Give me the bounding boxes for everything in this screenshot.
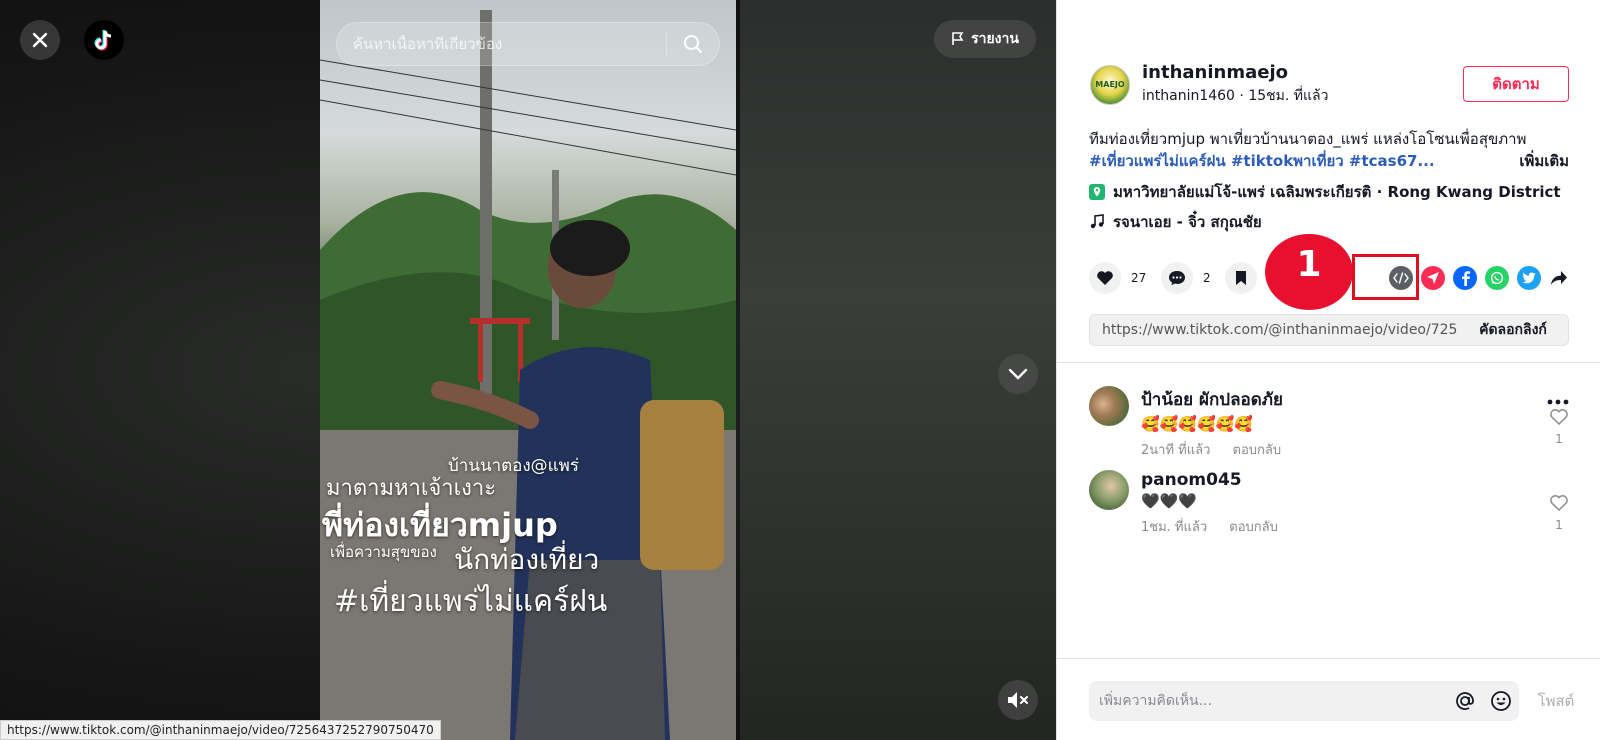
whatsapp-icon [1490, 271, 1504, 285]
video-pane: บ้านนาตอง@แพร่ มาตามหาเจ้าเงาะ พี่ท่องเท… [0, 0, 1056, 740]
comment-like-button[interactable]: 1 [1549, 494, 1569, 532]
comment-input-container [1089, 681, 1519, 721]
at-sign-icon [1456, 692, 1474, 710]
music-note-icon [1090, 214, 1104, 229]
comment-more-button[interactable] [1547, 386, 1569, 410]
search-bar [336, 22, 720, 66]
follow-button[interactable]: ติดตาม [1463, 66, 1569, 102]
see-more-button[interactable]: เพิ่มเติม [1519, 150, 1569, 172]
report-button[interactable]: รายงาน [934, 20, 1036, 58]
more-share-button[interactable] [1547, 266, 1571, 290]
description-hashtags[interactable]: #เที่ยวแพร่ไม่แคร์ฝน #tiktokพาเที่ยว #tc… [1089, 150, 1569, 172]
mention-button[interactable] [1447, 690, 1483, 712]
reply-button[interactable]: ตอบกลับ [1229, 520, 1278, 535]
commenter-name[interactable]: ป้าน้อย ผักปลอดภัย [1141, 386, 1283, 413]
annotation-highlight-box [1352, 254, 1419, 300]
comment-text: 🖤🖤🖤 [1141, 492, 1198, 510]
tiktok-logo-icon [94, 30, 112, 51]
details-panel: MAEJO inthaninmaejo inthanin1460 · 15ชม.… [1056, 0, 1600, 740]
search-icon [684, 35, 702, 53]
comment-action[interactable]: 2 [1161, 262, 1211, 294]
video-player[interactable]: บ้านนาตอง@แพร่ มาตามหาเจ้าเงาะ พี่ท่องเท… [320, 0, 736, 740]
emoji-button[interactable] [1483, 690, 1519, 712]
author-info: inthaninmaejo inthanin1460 · 15ชม. ที่แล… [1142, 62, 1328, 107]
annotation-number-badge: 1 [1265, 234, 1353, 310]
commenter-avatar[interactable] [1089, 386, 1129, 426]
mute-button[interactable] [998, 680, 1038, 720]
send-to-friends-button[interactable] [1421, 266, 1445, 290]
close-icon [32, 32, 48, 48]
status-bar-url: https://www.tiktok.com/@inthaninmaejo/vi… [0, 720, 441, 740]
bookmark-button[interactable] [1225, 262, 1257, 294]
speaker-muted-icon [1008, 692, 1028, 708]
comment-input[interactable] [1089, 681, 1447, 721]
like-button[interactable] [1089, 262, 1121, 294]
save-action[interactable] [1225, 262, 1257, 294]
comment-time: 1ชม. ที่แล้ว [1141, 520, 1208, 535]
copy-link-bar: https://www.tiktok.com/@inthaninmaejo/vi… [1089, 314, 1569, 346]
close-button[interactable] [20, 20, 60, 60]
twitter-share-button[interactable] [1517, 266, 1541, 290]
add-comment-bar: โพสต์ [1057, 658, 1600, 740]
comment-time: 2นาที ที่แล้ว [1141, 443, 1211, 458]
copy-link-button[interactable]: คัดลอกลิงก์ [1458, 315, 1568, 345]
commenter-name[interactable]: panom045 [1141, 470, 1278, 490]
commenter-avatar[interactable] [1089, 470, 1129, 510]
search-input[interactable] [337, 35, 666, 53]
share-url: https://www.tiktok.com/@inthaninmaejo/vi… [1102, 322, 1458, 338]
chevron-down-icon [1008, 368, 1028, 380]
comment-button[interactable] [1161, 262, 1193, 294]
reply-button[interactable]: ตอบกลับ [1233, 443, 1282, 458]
author-avatar[interactable]: MAEJO [1090, 64, 1130, 105]
caption-line-6: #เที่ยวแพร่ไม่แคร์ฝน [334, 584, 608, 619]
comment-bubble-icon [1169, 271, 1185, 285]
like-action[interactable]: 27 [1089, 262, 1146, 294]
heart-icon [1097, 271, 1113, 285]
music-label: รจนาเอย - จิ๋ว สกุณชัย [1113, 213, 1262, 231]
author-header: MAEJO inthaninmaejo inthanin1460 · 15ชม.… [1090, 62, 1328, 107]
location-label: มหาวิทยาลัยแม่โจ้-แพร่ เฉลิมพระเกียรติ ·… [1113, 183, 1561, 201]
comment-count: 2 [1203, 271, 1211, 285]
caption-line-4: เพื่อความสุขของ [330, 543, 437, 561]
caption-line-5: นักท่องเที่ยว [454, 543, 600, 576]
author-meta: inthanin1460 · 15ชม. ที่แล้ว [1142, 88, 1329, 104]
comment-body: panom045 🖤🖤🖤 1ชม. ที่แล้ว ตอบกลับ [1141, 470, 1278, 537]
location-pin-icon [1089, 184, 1105, 200]
heart-outline-icon [1550, 409, 1568, 426]
description-text: ทีมท่องเที่ยวmjup พาเที่ยวบ้านนาตอง_แพร่… [1089, 130, 1527, 148]
paper-plane-icon [1427, 272, 1439, 284]
bookmark-icon [1236, 271, 1246, 285]
share-arrow-icon [1551, 271, 1567, 285]
comment-meta: 1ชม. ที่แล้ว ตอบกลับ [1141, 516, 1278, 537]
comment-like-button[interactable]: 1 [1549, 408, 1569, 446]
comment-like-count: 1 [1555, 432, 1563, 446]
flag-icon [952, 32, 964, 45]
heart-outline-icon [1550, 495, 1568, 512]
comment-like-count: 1 [1555, 518, 1563, 532]
twitter-bird-icon [1522, 272, 1536, 284]
comment-text: 🥰🥰🥰🥰🥰🥰 [1141, 415, 1254, 433]
facebook-icon [1462, 271, 1470, 286]
video-frame-illustration [320, 10, 736, 740]
more-dots-icon [1547, 399, 1569, 405]
search-button[interactable] [667, 22, 719, 66]
comment-body: ป้าน้อย ผักปลอดภัย 🥰🥰🥰🥰🥰🥰 2นาที ที่แล้ว … [1141, 386, 1283, 460]
emoji-smile-icon [1491, 691, 1511, 711]
whatsapp-share-button[interactable] [1485, 266, 1509, 290]
post-comment-button[interactable]: โพสต์ [1531, 681, 1581, 721]
comment-meta: 2นาที ที่แล้ว ตอบกลับ [1141, 439, 1283, 460]
location-row[interactable]: มหาวิทยาลัยแม่โจ้-แพร่ เฉลิมพระเกียรติ ·… [1089, 180, 1561, 204]
panel-divider [1057, 362, 1600, 363]
report-label: รายงาน [971, 31, 1019, 47]
like-count: 27 [1131, 271, 1147, 285]
music-row[interactable]: รจนาเอย - จิ๋ว สกุณชัย [1089, 210, 1262, 234]
video-description: ทีมท่องเที่ยวmjup พาเที่ยวบ้านนาตอง_แพร่… [1089, 128, 1569, 172]
author-display-name[interactable]: inthaninmaejo [1142, 62, 1328, 83]
facebook-share-button[interactable] [1453, 266, 1477, 290]
author-avatar-text: MAEJO [1095, 80, 1125, 89]
tiktok-logo-button[interactable] [84, 20, 124, 60]
next-video-button[interactable] [998, 354, 1038, 394]
